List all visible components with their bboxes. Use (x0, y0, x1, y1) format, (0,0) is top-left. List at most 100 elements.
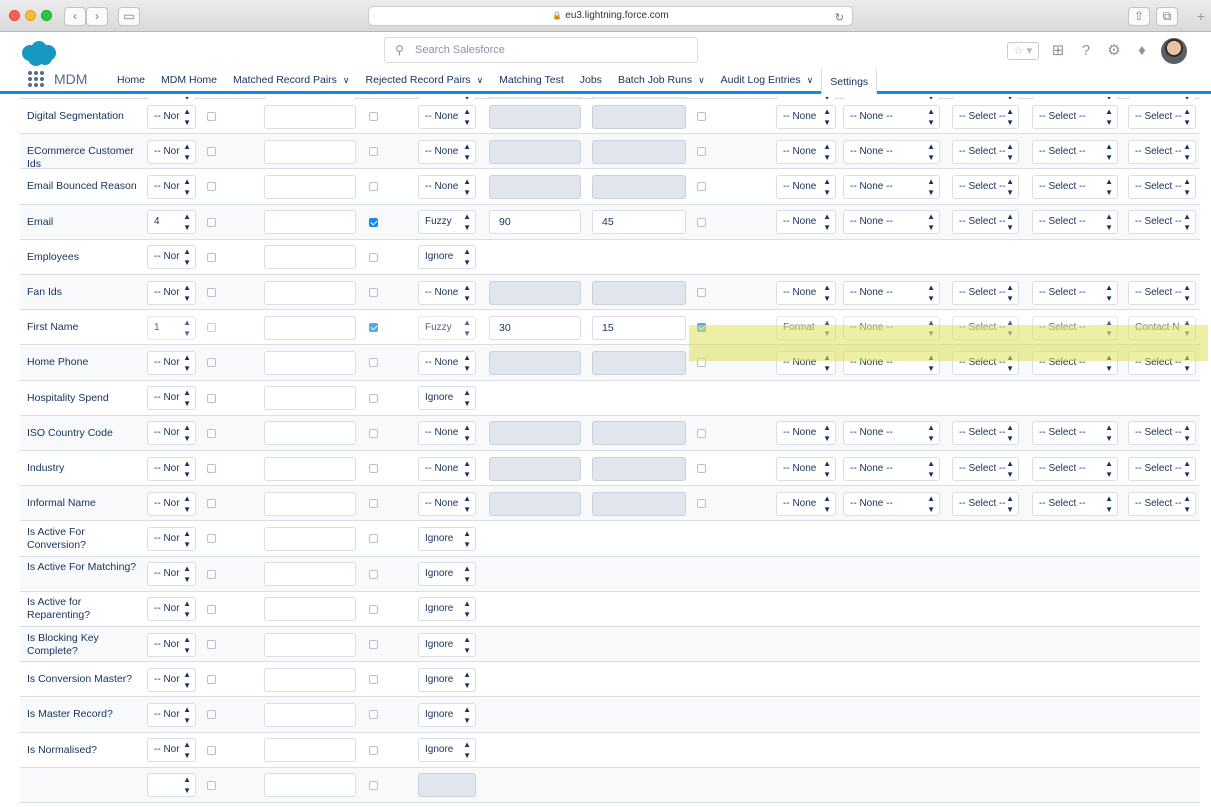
include-checkbox[interactable] (369, 640, 378, 650)
text-input[interactable] (264, 773, 356, 798)
select-3[interactable]: -- Select --▲▼ (1128, 280, 1196, 305)
select-1[interactable]: -- Select --▲▼ (952, 350, 1019, 375)
include-checkbox[interactable] (369, 358, 378, 368)
select-2[interactable]: -- Select -- ▲▼ (1032, 315, 1118, 340)
text-input[interactable] (264, 280, 356, 305)
select-1[interactable]: -- Select --▲▼ (952, 210, 1019, 235)
forward-button[interactable]: › (86, 7, 108, 26)
match-method-select[interactable]: Ignore ▲ ▼ (418, 386, 476, 411)
back-button[interactable]: ‹ (64, 7, 86, 26)
match-method-select[interactable]: -- None ▲▼ (418, 139, 476, 164)
exact-match-checkbox[interactable] (207, 217, 216, 227)
tabs-icon[interactable]: ⧉ (1156, 7, 1178, 26)
match-method-select[interactable]: Ignore ▲ ▼ (418, 632, 476, 657)
exact-match-checkbox[interactable] (207, 745, 216, 755)
match-method-select[interactable]: -- None ▲▼ (418, 280, 476, 305)
text-input[interactable] (264, 139, 356, 164)
threshold-input[interactable] (489, 491, 581, 516)
order-select[interactable]: ▲▼ (147, 773, 196, 798)
text-input[interactable] (264, 632, 356, 657)
match-method-select[interactable] (418, 773, 476, 798)
salesforce-cloud-logo[interactable] (18, 40, 58, 68)
text-input[interactable] (264, 386, 356, 411)
nav-tab-jobs[interactable]: Jobs (572, 68, 610, 94)
nav-tab-batch-job-runs[interactable]: Batch Job Runs ∨ (610, 68, 713, 94)
order-select[interactable]: -- Nor ▲ ▼ (147, 632, 196, 657)
select-1[interactable]: -- Select --▲▼ (952, 421, 1019, 446)
app-launcher-icon[interactable] (28, 71, 44, 87)
weight-input[interactable]: 45 (592, 210, 686, 235)
text-input[interactable] (264, 104, 356, 129)
exact-match-checkbox[interactable] (207, 710, 216, 720)
threshold-input[interactable] (489, 456, 581, 481)
nav-tab-matched-record-pairs[interactable]: Matched Record Pairs ∨ (225, 68, 357, 94)
match-method-select[interactable]: Fuzzy ▲ ▼ (418, 315, 476, 340)
include-checkbox[interactable] (369, 393, 378, 403)
text-input[interactable] (264, 210, 356, 235)
include-checkbox[interactable] (369, 569, 378, 579)
format-select[interactable]: -- None ▲▼ (776, 491, 836, 516)
match-method-select[interactable]: Ignore ▲ ▼ (418, 597, 476, 622)
nav-tab-home[interactable]: Home (109, 68, 153, 94)
select-1[interactable]: -- Select --▲▼ (952, 174, 1019, 199)
text-input[interactable] (264, 738, 356, 763)
match-method-select[interactable]: -- None ▲▼ (418, 421, 476, 446)
minimize-window-button[interactable] (25, 10, 36, 21)
text-input[interactable] (264, 667, 356, 692)
address-bar[interactable]: 🔒 eu3.lightning.force.com ↻ (368, 6, 853, 26)
select-2[interactable]: -- Select -- ▲▼ (1032, 104, 1118, 129)
match-method-select[interactable]: -- None ▲▼ (418, 350, 476, 375)
global-search-input[interactable]: ⚲ Search Salesforce (384, 37, 698, 63)
include-checkbox[interactable] (369, 252, 378, 262)
select-1[interactable]: -- Select --▲▼ (952, 456, 1019, 481)
blocking-checkbox[interactable] (697, 323, 706, 333)
match-method-select[interactable]: Ignore ▲ ▼ (418, 667, 476, 692)
format-select[interactable]: -- None ▲▼ (776, 350, 836, 375)
exact-match-checkbox[interactable] (207, 182, 216, 192)
select-3[interactable]: Contact N ▲ ▼ (1128, 315, 1196, 340)
blocking-checkbox[interactable] (697, 217, 706, 227)
threshold-input[interactable]: 30 (489, 315, 581, 340)
format-select[interactable]: -- None ▲▼ (776, 280, 836, 305)
blocking-checkbox[interactable] (697, 147, 706, 157)
select-3[interactable]: -- Select --▲▼ (1128, 456, 1196, 481)
blocking-checkbox[interactable] (697, 182, 706, 192)
exact-match-checkbox[interactable] (207, 675, 216, 685)
field-select[interactable]: -- None -- ▲▼ (843, 104, 940, 129)
chevron-down-icon[interactable]: ∨ (698, 75, 705, 85)
user-avatar[interactable] (1161, 38, 1187, 64)
field-select[interactable]: -- None -- ▲▼ (843, 210, 940, 235)
order-select[interactable]: -- Nor ▲ ▼ (147, 456, 196, 481)
include-checkbox[interactable] (369, 428, 378, 438)
select-2[interactable]: -- Select -- ▲▼ (1032, 139, 1118, 164)
format-select[interactable]: -- None ▲▼ (776, 421, 836, 446)
exact-match-checkbox[interactable] (207, 358, 216, 368)
nav-tab-settings[interactable]: Settings (821, 68, 878, 94)
select-2[interactable]: -- Select -- ▲▼ (1032, 174, 1118, 199)
nav-tab-mdm-home[interactable]: MDM Home (153, 68, 225, 94)
threshold-input[interactable] (489, 104, 581, 129)
new-tab-icon[interactable]: + (1191, 8, 1211, 28)
weight-input[interactable] (592, 104, 686, 129)
field-select[interactable]: -- None -- ▲▼ (843, 139, 940, 164)
include-checkbox[interactable] (369, 112, 378, 122)
order-select[interactable]: -- Nor ▲ ▼ (147, 526, 196, 551)
text-input[interactable] (264, 456, 356, 481)
text-input[interactable] (264, 702, 356, 727)
select-2[interactable]: -- Select -- ▲▼ (1032, 280, 1118, 305)
order-select[interactable]: -- Nor ▲ ▼ (147, 597, 196, 622)
format-select[interactable]: -- None ▲▼ (776, 456, 836, 481)
match-method-select[interactable]: Ignore ▲ ▼ (418, 245, 476, 270)
weight-input[interactable] (592, 421, 686, 446)
select-1[interactable]: -- Select --▲▼ (952, 315, 1019, 340)
select-2[interactable]: -- Select -- ▲▼ (1032, 350, 1118, 375)
order-select[interactable]: -- Nor ▲ ▼ (147, 702, 196, 727)
blocking-checkbox[interactable] (697, 112, 706, 122)
zoom-window-button[interactable] (41, 10, 52, 21)
text-input[interactable] (264, 597, 356, 622)
select-3[interactable]: -- Select --▲▼ (1128, 174, 1196, 199)
exact-match-checkbox[interactable] (207, 393, 216, 403)
include-checkbox[interactable] (369, 745, 378, 755)
exact-match-checkbox[interactable] (207, 604, 216, 614)
threshold-input[interactable] (489, 139, 581, 164)
